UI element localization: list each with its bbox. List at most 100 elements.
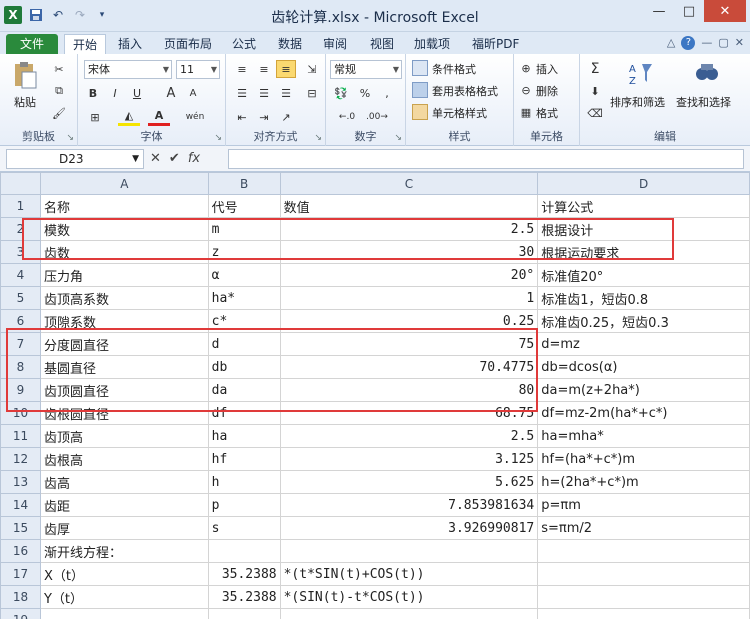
- delete-cells-icon[interactable]: ⊖: [518, 82, 534, 98]
- format-as-table-button[interactable]: 套用表格格式: [432, 83, 498, 99]
- cell-b[interactable]: hf: [207, 447, 281, 471]
- cell-a[interactable]: 齿顶高: [39, 424, 209, 448]
- cell-c[interactable]: 3.125: [279, 447, 539, 471]
- cell-b[interactable]: da: [207, 378, 281, 402]
- fill-icon[interactable]: ⬇: [586, 82, 604, 100]
- cell-d[interactable]: 根据运动要求: [537, 240, 750, 264]
- cell-c[interactable]: 75: [279, 332, 539, 356]
- cell-d[interactable]: s=πm/2: [537, 516, 750, 540]
- cell-a[interactable]: Y（t）: [39, 585, 209, 609]
- cell-d[interactable]: [537, 585, 750, 609]
- cell-c[interactable]: 80: [279, 378, 539, 402]
- tab-view[interactable]: 视图: [370, 34, 394, 54]
- number-launcher-icon[interactable]: ↘: [394, 133, 402, 143]
- row-header[interactable]: 1: [0, 194, 41, 218]
- cell-b[interactable]: s: [207, 516, 281, 540]
- underline-button[interactable]: U: [128, 84, 146, 102]
- cell-c[interactable]: 5.625: [279, 470, 539, 494]
- cell-b[interactable]: α: [207, 263, 281, 287]
- row-header[interactable]: 19: [0, 608, 41, 619]
- cell-a[interactable]: 顶隙系数: [39, 309, 209, 333]
- row-header[interactable]: 14: [0, 493, 41, 517]
- cell-d[interactable]: df=mz-2m(ha*+c*): [537, 401, 750, 425]
- wrap-text-icon[interactable]: ⇲: [302, 60, 322, 78]
- align-top-icon[interactable]: ≡: [232, 60, 252, 78]
- cell-a[interactable]: 齿数: [39, 240, 209, 264]
- increase-indent-icon[interactable]: ⇥: [254, 108, 274, 126]
- cell-c[interactable]: 3.926990817: [279, 516, 539, 540]
- row-header[interactable]: 12: [0, 447, 41, 471]
- cell-b[interactable]: 35.2388: [207, 585, 281, 609]
- align-center-icon[interactable]: ☰: [254, 84, 274, 102]
- conditional-format-icon[interactable]: [412, 60, 428, 76]
- align-left-icon[interactable]: ☰: [232, 84, 252, 102]
- doc-close-icon[interactable]: ✕: [735, 36, 744, 50]
- tab-home[interactable]: 开始: [64, 34, 107, 54]
- cell-d[interactable]: 标准齿0.25，短齿0.3: [537, 309, 750, 333]
- delete-cells-button[interactable]: 删除: [536, 83, 558, 99]
- cell-a[interactable]: 模数: [39, 217, 209, 241]
- cell-a[interactable]: 齿距: [39, 493, 209, 517]
- row-header[interactable]: 11: [0, 424, 41, 448]
- format-cells-icon[interactable]: ▦: [518, 104, 534, 120]
- decrease-decimal-icon[interactable]: .00→: [364, 108, 390, 126]
- minimize-button[interactable]: —: [644, 0, 674, 22]
- column-header-d[interactable]: D: [537, 172, 750, 195]
- find-select-icon[interactable]: [694, 60, 720, 86]
- tab-addins[interactable]: 加载项: [414, 34, 450, 54]
- sort-filter-icon[interactable]: AZ: [628, 60, 654, 87]
- cell-b[interactable]: p: [207, 493, 281, 517]
- cell-a[interactable]: 名称: [39, 194, 209, 218]
- shrink-font-button[interactable]: A: [184, 84, 202, 102]
- cell-d[interactable]: [537, 539, 750, 563]
- cell-d[interactable]: d=mz: [537, 332, 750, 356]
- cell-c[interactable]: 数值: [279, 194, 539, 218]
- close-button[interactable]: ✕: [704, 0, 746, 22]
- row-header[interactable]: 4: [0, 263, 41, 287]
- cell-a[interactable]: 齿厚: [39, 516, 209, 540]
- cell-a[interactable]: 齿顶高系数: [39, 286, 209, 310]
- formula-input[interactable]: [228, 149, 744, 169]
- clear-icon[interactable]: ⌫: [586, 104, 604, 122]
- format-as-table-icon[interactable]: [412, 82, 428, 98]
- merge-center-icon[interactable]: ⊟: [302, 84, 322, 102]
- conditional-format-button[interactable]: 条件格式: [432, 61, 476, 77]
- cell-d[interactable]: da=m(z+2ha*): [537, 378, 750, 402]
- font-size-combo[interactable]: 11 ▼: [176, 60, 220, 79]
- row-header[interactable]: 9: [0, 378, 41, 402]
- cell-b[interactable]: ha: [207, 424, 281, 448]
- grow-font-button[interactable]: A: [162, 84, 180, 102]
- tab-formulas[interactable]: 公式: [232, 34, 256, 54]
- cell-a[interactable]: [39, 608, 209, 619]
- row-header[interactable]: 7: [0, 332, 41, 356]
- cell-d[interactable]: 标准值20°: [537, 263, 750, 287]
- cell-c[interactable]: 68.75: [279, 401, 539, 425]
- row-header[interactable]: 13: [0, 470, 41, 494]
- cell-c[interactable]: 1: [279, 286, 539, 310]
- select-all-corner[interactable]: [0, 172, 41, 195]
- tab-review[interactable]: 审阅: [323, 34, 347, 54]
- cell-a[interactable]: 基圆直径: [39, 355, 209, 379]
- italic-button[interactable]: I: [106, 84, 124, 102]
- cell-d[interactable]: 根据设计: [537, 217, 750, 241]
- row-header[interactable]: 10: [0, 401, 41, 425]
- cell-c[interactable]: 2.5: [279, 424, 539, 448]
- cell-a[interactable]: 齿顶圆直径: [39, 378, 209, 402]
- row-header[interactable]: 8: [0, 355, 41, 379]
- worksheet-grid[interactable]: A B C D 1 名称 代号 数值 计算公式 2 模数 m 2.5 根据设计 3 齿数 z 30 根据运动…: [0, 172, 750, 619]
- cell-a[interactable]: 渐开线方程：: [39, 539, 209, 563]
- cell-b[interactable]: m: [207, 217, 281, 241]
- cut-icon[interactable]: ✂: [50, 60, 68, 78]
- sort-filter-button[interactable]: 排序和筛选: [610, 94, 665, 110]
- row-header[interactable]: 3: [0, 240, 41, 264]
- cell-c[interactable]: [279, 539, 539, 563]
- cell-c[interactable]: 2.5: [279, 217, 539, 241]
- doc-minimize-icon[interactable]: —: [701, 36, 712, 50]
- tab-file[interactable]: 文件: [6, 34, 58, 54]
- font-name-combo[interactable]: 宋体 ▼: [84, 60, 172, 79]
- column-header-a[interactable]: A: [39, 172, 209, 195]
- decrease-indent-icon[interactable]: ⇤: [232, 108, 252, 126]
- phonetic-guide-icon[interactable]: wén: [182, 108, 208, 126]
- cell-c[interactable]: 0.25: [279, 309, 539, 333]
- cell-d[interactable]: ha=mha*: [537, 424, 750, 448]
